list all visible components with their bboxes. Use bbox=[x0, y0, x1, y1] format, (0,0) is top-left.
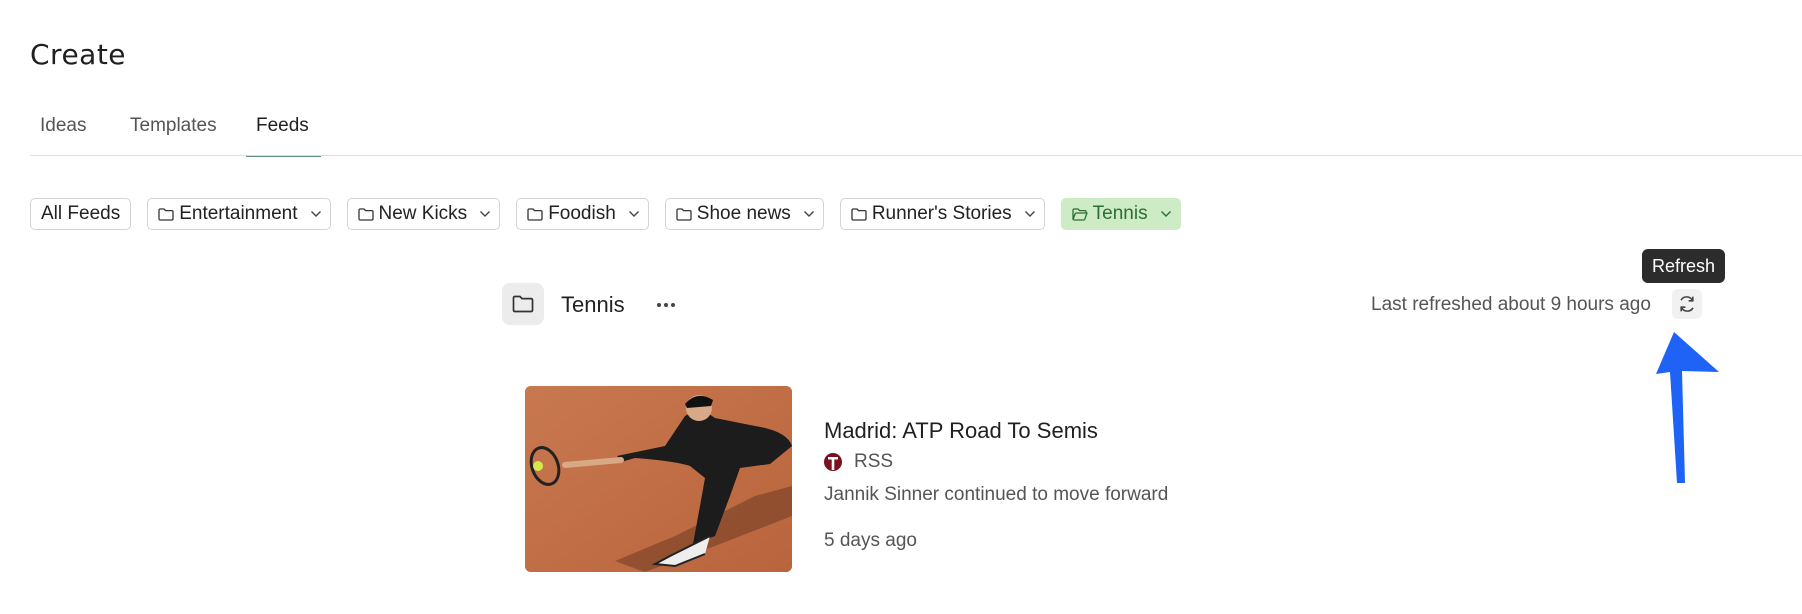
filter-entertainment[interactable]: Entertainment bbox=[147, 198, 331, 230]
source-name: RSS bbox=[854, 451, 894, 472]
annotation-arrow bbox=[1656, 332, 1719, 483]
tabs-divider bbox=[30, 155, 1802, 156]
folder-icon bbox=[676, 207, 692, 221]
filter-shoe-news[interactable]: Shoe news bbox=[664, 198, 824, 230]
folder-icon bbox=[512, 295, 534, 313]
page-title: Create bbox=[30, 38, 127, 71]
chevron-down-icon[interactable] bbox=[803, 210, 815, 218]
article-title[interactable]: Madrid: ATP Road To Semis bbox=[824, 418, 1098, 444]
article-summary: Jannik Sinner continued to move forward bbox=[824, 484, 1169, 505]
refresh-button[interactable] bbox=[1672, 289, 1702, 319]
folder-icon bbox=[527, 207, 543, 221]
filter-runners-stories[interactable]: Runner's Stories bbox=[839, 198, 1045, 230]
filter-foodish[interactable]: Foodish bbox=[516, 198, 649, 230]
tennis-player-image bbox=[525, 386, 792, 572]
feed-article-card[interactable]: Madrid: ATP Road To Semis RSS Jannik Sin… bbox=[525, 386, 1325, 572]
folder-icon bbox=[158, 207, 174, 221]
source-logo-icon bbox=[824, 453, 842, 471]
chevron-down-icon[interactable] bbox=[1160, 210, 1172, 218]
filter-label: New Kicks bbox=[378, 203, 468, 224]
filter-label: Tennis bbox=[1092, 203, 1148, 224]
tab-bar: Ideas Templates Feeds bbox=[30, 100, 321, 157]
tab-templates[interactable]: Templates bbox=[120, 100, 246, 156]
refresh-icon bbox=[1680, 296, 1694, 312]
filter-label: Shoe news bbox=[696, 203, 791, 224]
feed-filter-bar: All Feeds Entertainment New Kicks Foodis… bbox=[30, 198, 1197, 230]
more-options-icon[interactable] bbox=[654, 295, 678, 315]
filter-label: Entertainment bbox=[179, 203, 298, 224]
folder-icon bbox=[851, 207, 867, 221]
filter-all-feeds[interactable]: All Feeds bbox=[30, 198, 132, 230]
article-thumbnail[interactable] bbox=[525, 386, 792, 572]
chevron-down-icon[interactable] bbox=[310, 210, 322, 218]
article-timestamp: 5 days ago bbox=[824, 530, 917, 551]
folder-icon bbox=[357, 207, 374, 221]
tab-ideas[interactable]: Ideas bbox=[30, 100, 120, 156]
last-refreshed-text: Last refreshed about 9 hours ago bbox=[1371, 294, 1651, 315]
filter-label: All Feeds bbox=[41, 203, 121, 224]
refresh-tooltip: Refresh bbox=[1642, 249, 1726, 283]
feed-folder-badge bbox=[502, 283, 544, 325]
folder-open-icon bbox=[1072, 207, 1088, 221]
filter-label: Foodish bbox=[548, 203, 616, 224]
filter-new-kicks[interactable]: New Kicks bbox=[346, 198, 501, 230]
tab-feeds[interactable]: Feeds bbox=[246, 100, 321, 157]
filter-label: Runner's Stories bbox=[871, 203, 1012, 224]
chevron-down-icon[interactable] bbox=[479, 210, 491, 218]
chevron-down-icon[interactable] bbox=[628, 210, 640, 218]
chevron-down-icon[interactable] bbox=[1024, 210, 1036, 218]
filter-tennis[interactable]: Tennis bbox=[1060, 198, 1181, 230]
feed-title: Tennis bbox=[561, 292, 625, 317]
feed-header: Tennis Last refreshed about 9 hours ago bbox=[502, 283, 1702, 327]
article-source: RSS bbox=[824, 450, 893, 474]
